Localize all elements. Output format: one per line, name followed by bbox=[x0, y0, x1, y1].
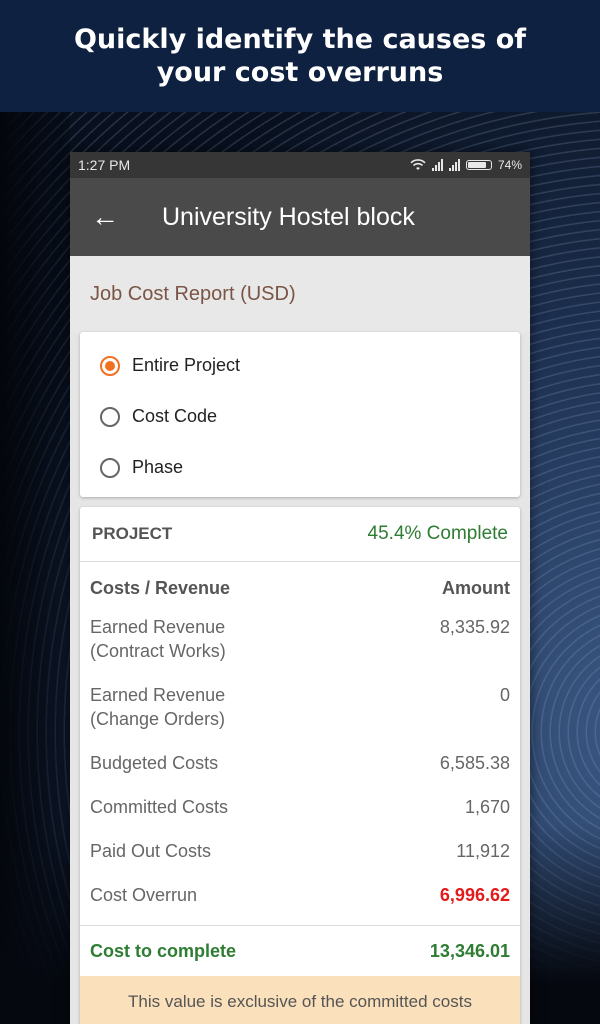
row-value: 0 bbox=[499, 685, 510, 705]
wifi-icon bbox=[410, 159, 426, 170]
promo-banner: Quickly identify the causes of your cost… bbox=[0, 0, 600, 112]
radio-unselected-icon[interactable] bbox=[100, 457, 120, 478]
cost-to-complete-row: Cost to complete 13,346.01 bbox=[80, 926, 520, 962]
option-cost-code[interactable]: Cost Code bbox=[80, 391, 520, 442]
row-label: Earned Revenue (Change Orders) bbox=[90, 683, 225, 731]
row-value: 11,912 bbox=[456, 841, 510, 861]
option-label: Entire Project bbox=[132, 355, 241, 375]
battery-percent: 74% bbox=[497, 158, 522, 172]
table-header: Costs / Revenue Amount bbox=[80, 562, 520, 599]
row-value: 6,585.38 bbox=[439, 753, 510, 773]
project-summary-row: PROJECT 45.4% Complete bbox=[80, 507, 520, 562]
row-label-line: Earned Revenue bbox=[90, 617, 226, 637]
table-row: Earned Revenue (Change Orders) 0 bbox=[80, 683, 520, 731]
radio-unselected-icon[interactable] bbox=[100, 406, 120, 427]
table-row: Paid Out Costs 11,912 bbox=[80, 839, 520, 863]
cost-to-complete-value: 13,346.01 bbox=[429, 941, 510, 961]
table-row: Cost Overrun 6,996.62 bbox=[80, 883, 520, 907]
row-value: 8,335.92 bbox=[439, 617, 510, 637]
report-scope-options: Entire Project Cost Code Phase bbox=[80, 332, 520, 497]
row-label-line: (Change Orders) bbox=[90, 709, 226, 729]
option-label: Cost Code bbox=[132, 406, 218, 426]
signal-icon bbox=[431, 159, 443, 171]
table-row: Earned Revenue (Contract Works) 8,335.92 bbox=[80, 615, 520, 663]
status-time: 1:27 PM bbox=[78, 157, 131, 173]
row-label: Earned Revenue (Contract Works) bbox=[90, 615, 226, 663]
project-label: PROJECT bbox=[92, 524, 173, 543]
row-label: Cost Overrun bbox=[90, 885, 198, 905]
report-header: Job Cost Report (USD) bbox=[70, 256, 530, 332]
table-row: Budgeted Costs 6,585.38 bbox=[80, 751, 520, 775]
project-completion: 45.4% Complete bbox=[367, 523, 508, 544]
status-bar: 1:27 PM 74% bbox=[70, 152, 530, 178]
option-entire-project[interactable]: Entire Project bbox=[80, 340, 520, 391]
status-icons: 74% bbox=[410, 158, 522, 172]
battery-icon bbox=[465, 160, 492, 170]
row-value: 1,670 bbox=[464, 797, 510, 817]
phone-screen: 1:27 PM 74% ← University Hostel block Jo… bbox=[70, 152, 530, 1024]
row-label: Paid Out Costs bbox=[90, 841, 212, 861]
committed-costs-note: This value is exclusive of the committed… bbox=[80, 976, 520, 1024]
option-phase[interactable]: Phase bbox=[80, 442, 520, 493]
row-label-line: (Contract Works) bbox=[90, 641, 226, 661]
arrow-left-icon[interactable]: ← bbox=[70, 203, 140, 231]
row-label: Committed Costs bbox=[90, 797, 229, 817]
option-label: Phase bbox=[132, 457, 184, 477]
cost-to-complete-label: Cost to complete bbox=[90, 941, 237, 961]
app-bar: ← University Hostel block bbox=[70, 178, 530, 256]
app-title: University Hostel block bbox=[162, 202, 415, 231]
promo-title: Quickly identify the causes of your cost… bbox=[73, 24, 527, 88]
radio-selected-icon[interactable] bbox=[100, 355, 120, 376]
column-amount: Amount bbox=[442, 578, 510, 598]
row-label-line: Earned Revenue bbox=[90, 685, 226, 705]
project-report-card: PROJECT 45.4% Complete Costs / Revenue A… bbox=[80, 507, 520, 1024]
row-label: Budgeted Costs bbox=[90, 753, 219, 773]
column-costs-revenue: Costs / Revenue bbox=[90, 578, 231, 598]
signal-icon bbox=[448, 159, 460, 171]
cost-overrun-value: 6,996.62 bbox=[439, 885, 510, 905]
table-row: Committed Costs 1,670 bbox=[80, 795, 520, 819]
